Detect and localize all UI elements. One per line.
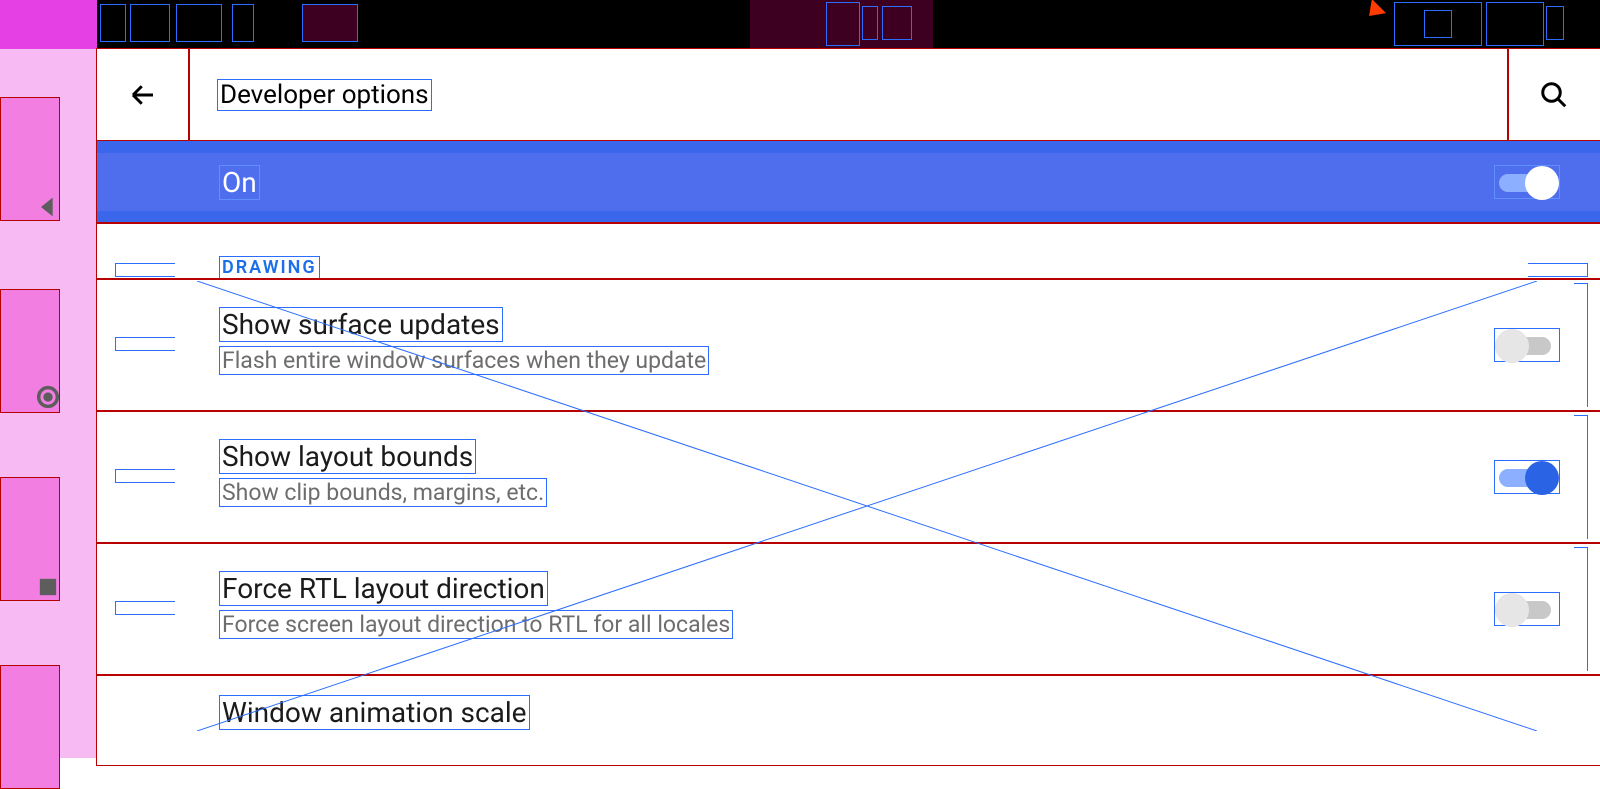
statusbar-bounds-rect: [130, 4, 170, 42]
triangle-back-icon: [34, 193, 62, 221]
master-switch-inner: On: [97, 153, 1600, 211]
setting-subtitle: Flash entire window surfaces when they u…: [219, 346, 709, 375]
navigation-rail: [0, 49, 97, 758]
statusbar-bounds-rect: [176, 4, 222, 42]
statusbar-bounds-rect: [826, 2, 860, 46]
statusbar-corner: [0, 0, 97, 49]
page-title: Developer options: [217, 79, 432, 111]
setting-subtitle: Show clip bounds, margins, etc.: [219, 478, 547, 507]
setting-title: Show surface updates: [219, 307, 503, 342]
nav-back-button[interactable]: [12, 159, 84, 255]
search-button[interactable]: [1508, 49, 1600, 141]
nav-recents-button[interactable]: [12, 539, 84, 635]
status-bar: [0, 0, 1600, 49]
statusbar-bounds-rect: [862, 6, 878, 40]
setting-row-show-surface-updates[interactable]: Show surface updates Flash entire window…: [97, 279, 1600, 411]
setting-row-force-rtl[interactable]: Force RTL layout direction Force screen …: [97, 543, 1600, 675]
statusbar-bounds-rect: [232, 4, 254, 42]
statusbar-bounds-rect: [1424, 10, 1452, 38]
setting-row-window-animation-scale[interactable]: Window animation scale: [97, 675, 1600, 765]
bounds-corner: [1574, 415, 1588, 539]
statusbar-bounds-rect: [100, 4, 126, 42]
bounds-corner: [115, 263, 175, 277]
toggle-thumb: [1495, 593, 1529, 627]
setting-toggle[interactable]: [1494, 460, 1560, 494]
toggle-thumb: [1525, 166, 1559, 200]
bounds-corner: [1574, 547, 1588, 671]
master-switch-label: On: [219, 165, 260, 200]
back-button[interactable]: [97, 49, 189, 141]
bounds-corner: [115, 469, 175, 483]
bounds-corner: [1574, 283, 1588, 407]
action-bar-title-area: Developer options: [189, 49, 1508, 141]
setting-title: Window animation scale: [219, 695, 530, 730]
bounds-corner: [115, 337, 175, 351]
setting-toggle[interactable]: [1494, 328, 1560, 362]
settings-list: Show surface updates Flash entire window…: [97, 279, 1600, 765]
setting-row-show-layout-bounds[interactable]: Show layout bounds Show clip bounds, mar…: [97, 411, 1600, 543]
section-header: DRAWING: [97, 223, 1600, 279]
arrow-back-icon: [128, 80, 158, 110]
setting-subtitle: Force screen layout direction to RTL for…: [219, 610, 733, 639]
toggle-thumb: [1495, 329, 1529, 363]
navrail-margin: [0, 665, 60, 789]
master-switch-bar[interactable]: On: [97, 141, 1600, 223]
statusbar-bounds-rect: [882, 6, 912, 40]
action-bar: Developer options: [97, 49, 1600, 141]
section-header-label: DRAWING: [219, 256, 320, 279]
search-icon: [1539, 80, 1569, 110]
master-switch-toggle[interactable]: [1494, 165, 1560, 199]
settings-screen: Developer options On DRAWING Show surfac…: [97, 49, 1600, 758]
statusbar-bounds-rect: [302, 4, 358, 42]
setting-toggle[interactable]: [1494, 592, 1560, 626]
statusbar-bounds-rect: [1546, 6, 1564, 40]
toggle-thumb: [1525, 461, 1559, 495]
nav-home-button[interactable]: [12, 349, 84, 445]
setting-title: Show layout bounds: [219, 439, 476, 474]
bounds-corner: [115, 601, 175, 615]
setting-title: Force RTL layout direction: [219, 571, 548, 606]
circle-home-icon: [34, 383, 62, 411]
statusbar-caret-icon: [1362, 0, 1386, 23]
square-recents-icon: [34, 573, 62, 601]
bounds-corner: [1528, 263, 1588, 277]
statusbar-bounds-rect: [1486, 2, 1544, 46]
